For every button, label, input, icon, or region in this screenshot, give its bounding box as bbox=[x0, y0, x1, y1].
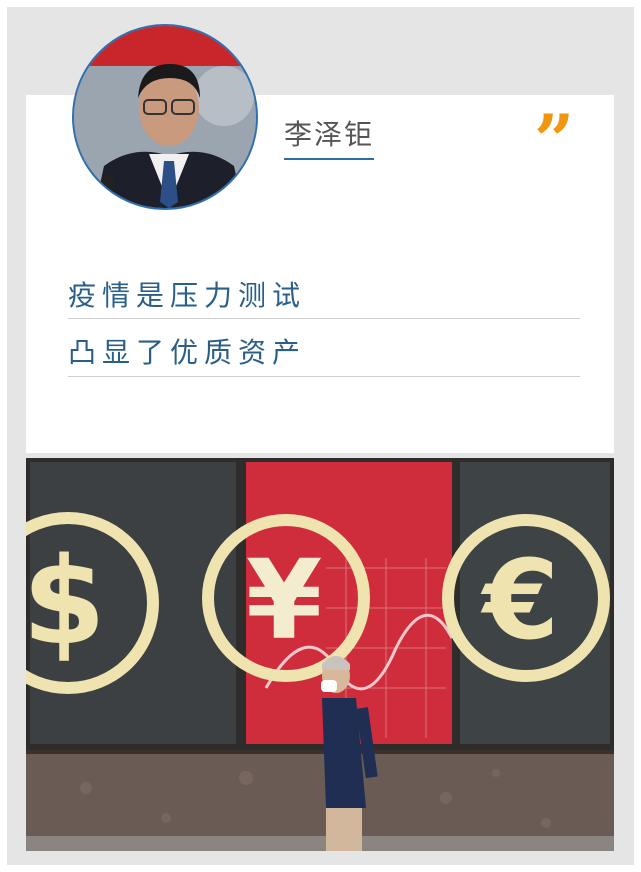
headline-line-1: 疫情是压力测试 bbox=[68, 276, 580, 319]
author-name: 李泽钜 bbox=[284, 118, 375, 160]
author-avatar bbox=[72, 24, 258, 210]
dollar-symbol: $ bbox=[26, 533, 106, 672]
quote-mark-icon: ” bbox=[534, 99, 575, 182]
currency-photo: $ ¥ € bbox=[26, 458, 614, 851]
yuan-symbol: ¥ bbox=[246, 536, 323, 664]
headline-line-2: 凸显了优质资产 bbox=[68, 333, 580, 377]
euro-symbol: € bbox=[480, 536, 560, 664]
